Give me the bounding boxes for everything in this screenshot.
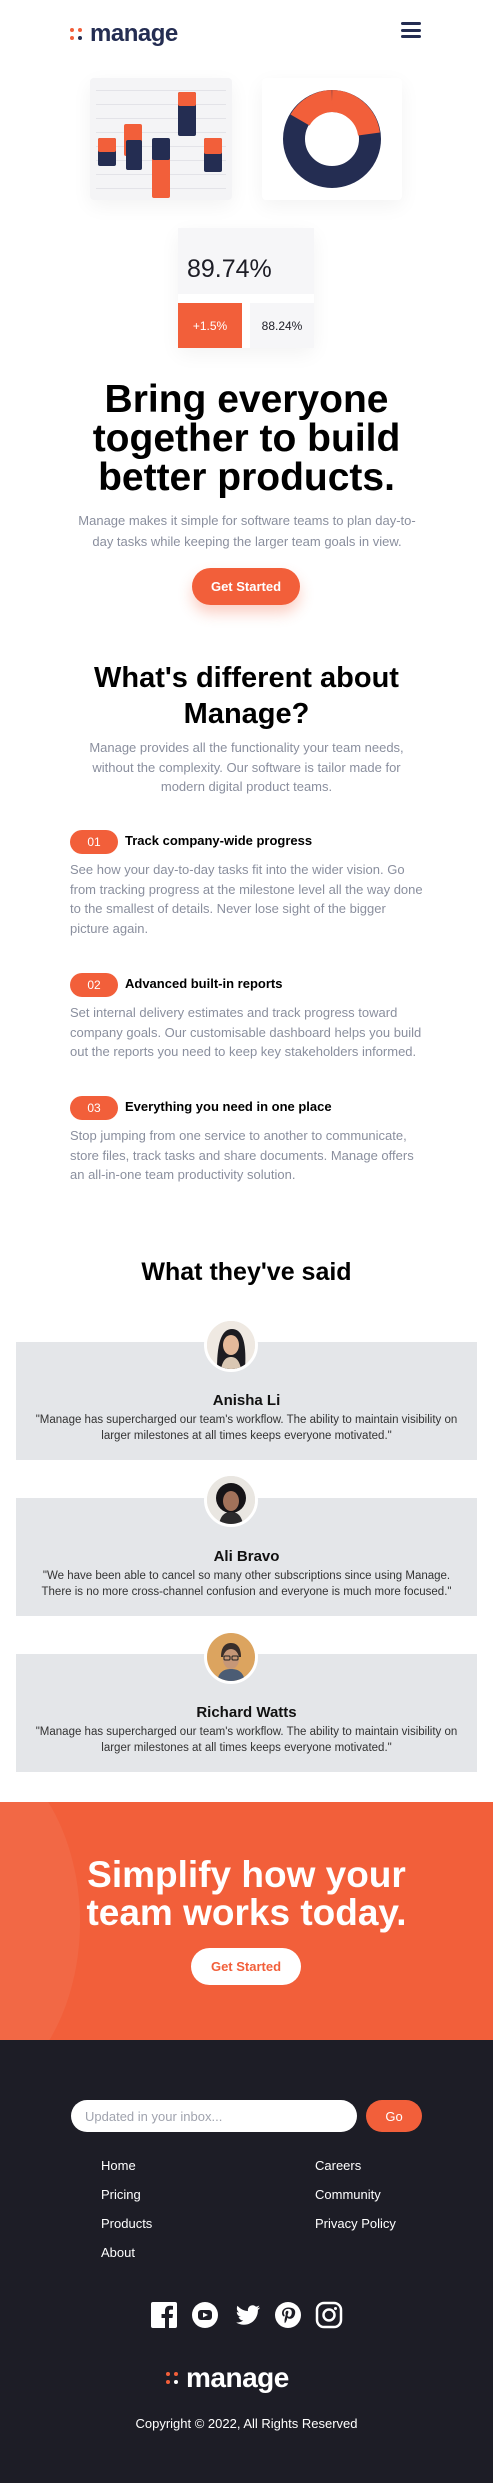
get-started-button[interactable]: Get Started (192, 568, 300, 605)
stat-value: 89.74% (187, 255, 272, 283)
bar-chart-illustration (90, 78, 232, 200)
feature-heading: Everything you need in one place (125, 1099, 332, 1114)
feature-number-badge: 02 (70, 973, 118, 997)
page: manage 89.74% +1.5% 88.24% Bring everyon… (0, 0, 493, 2483)
testimonial-quote: "Manage has supercharged our team's work… (35, 1726, 458, 1754)
newsletter-go-button[interactable]: Go (366, 2100, 422, 2132)
get-started-button[interactable]: Get Started (191, 1948, 301, 1985)
instagram-icon[interactable] (315, 2301, 343, 2329)
footer-link-home[interactable]: Home (101, 2158, 136, 2173)
footer-link-products[interactable]: Products (101, 2216, 152, 2231)
youtube-icon[interactable] (191, 2301, 219, 2329)
testimonial-name: Anisha Li (212, 1392, 281, 1409)
testimonial-quote: "Manage has supercharged our team's work… (35, 1414, 458, 1442)
footer-link-pricing[interactable]: Pricing (101, 2187, 141, 2202)
feature-number-badge: 03 (70, 1096, 118, 1120)
logo-mark-icon (70, 28, 82, 40)
hero-title: Bring everyone together to build better … (92, 378, 401, 499)
footer-link-careers[interactable]: Careers (315, 2158, 361, 2173)
testimonial-name: Ali Bravo (213, 1548, 280, 1565)
feature-body: Set internal delivery estimates and trac… (70, 1005, 422, 1059)
social-links (150, 2300, 343, 2330)
logo[interactable]: manage (70, 20, 178, 48)
feature-heading: Advanced built-in reports (125, 976, 283, 991)
cta-title: Simplify how your team works today. (86, 1854, 407, 1933)
testimonial-name: Richard Watts (196, 1704, 297, 1721)
footer-link-about[interactable]: About (101, 2245, 135, 2260)
stat-card-illustration: 89.74% +1.5% 88.24% (178, 228, 314, 348)
feature-body: Stop jumping from one service to another… (70, 1128, 414, 1182)
feature-body: See how your day-to-day tasks fit into t… (70, 862, 423, 936)
avatar (204, 1630, 258, 1684)
footer-link-privacy-policy[interactable]: Privacy Policy (315, 2216, 396, 2231)
footer-link-community[interactable]: Community (315, 2187, 381, 2202)
avatar (204, 1473, 258, 1527)
hamburger-menu-icon[interactable] (401, 22, 421, 38)
feature-number-badge: 01 (70, 830, 118, 854)
testimonials-title: What they've said (141, 1258, 352, 1286)
donut-chart-illustration (262, 78, 402, 200)
facebook-icon[interactable] (150, 2301, 178, 2329)
footer-logo[interactable]: manage (166, 2362, 289, 2394)
logo-text: manage (90, 20, 178, 47)
cta-section: Simplify how your team works today. Get … (0, 1802, 493, 2040)
stat-secondary: 88.24% (250, 303, 314, 348)
features-title: What's different about Manage? (94, 662, 399, 730)
hero-subtitle: Manage makes it simple for software team… (78, 513, 416, 549)
copyright-text: Copyright © 2022, All Rights Reserved (135, 2416, 358, 2431)
site-header: manage (0, 0, 493, 64)
logo-mark-icon (166, 2372, 178, 2384)
footer-logo-text: manage (186, 2362, 289, 2393)
twitter-icon[interactable] (233, 2301, 261, 2329)
newsletter-email-input[interactable] (71, 2100, 357, 2132)
stat-change: +1.5% (178, 303, 242, 348)
pinterest-icon[interactable] (274, 2301, 302, 2329)
feature-heading: Track company-wide progress (125, 833, 313, 848)
features-subtitle: Manage provides all the functionality yo… (89, 740, 404, 794)
avatar (204, 1318, 258, 1372)
testimonial-quote: "We have been able to cancel so many oth… (41, 1570, 452, 1598)
